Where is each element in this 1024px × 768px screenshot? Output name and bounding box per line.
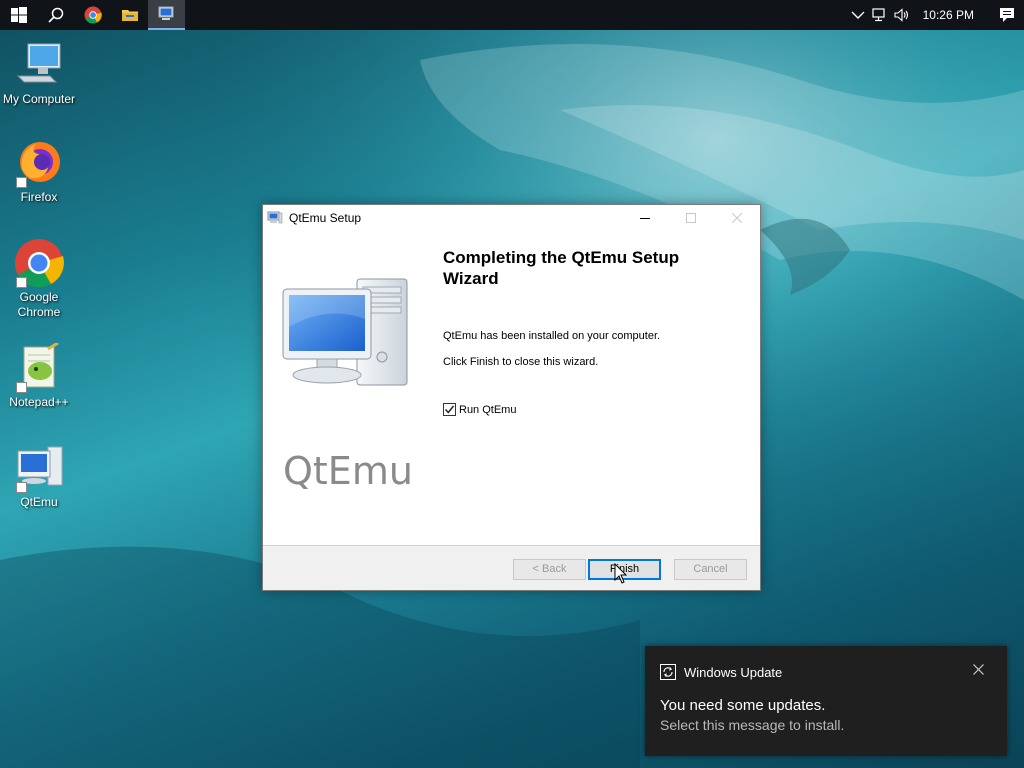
toast-close-button[interactable] bbox=[973, 662, 989, 678]
dialog-body: QtEmu Completing the QtEmu Setup Wizard … bbox=[263, 231, 760, 545]
taskbar: 10:26 PM bbox=[0, 0, 1024, 30]
chevron-up-icon bbox=[851, 11, 865, 19]
checkmark-icon bbox=[444, 405, 455, 414]
taskbar-chrome[interactable] bbox=[74, 0, 111, 30]
taskbar-qtemu[interactable] bbox=[148, 0, 185, 30]
back-button: < Back bbox=[513, 559, 586, 580]
toast-app-name: Windows Update bbox=[684, 664, 783, 680]
close-button[interactable] bbox=[714, 205, 760, 231]
windows-update-toast[interactable]: Windows Update You need some updates. Se… bbox=[645, 646, 1007, 756]
action-center-button[interactable] bbox=[990, 0, 1024, 30]
desktop-icon-label: QtEmu bbox=[20, 495, 58, 509]
windows-update-icon bbox=[660, 664, 676, 680]
close-icon bbox=[732, 213, 742, 223]
maximize-button bbox=[668, 205, 714, 231]
dialog-footer: < Back Finish Cancel bbox=[263, 545, 760, 590]
clock[interactable]: 10:26 PM bbox=[913, 8, 990, 22]
window-controls bbox=[622, 205, 760, 231]
shortcut-arrow-icon bbox=[16, 177, 27, 188]
desktop-icon-label: Firefox bbox=[20, 190, 58, 204]
mouse-cursor-icon bbox=[614, 563, 628, 584]
maximize-icon bbox=[686, 213, 696, 223]
taskbar-file-explorer[interactable] bbox=[111, 0, 148, 30]
close-icon bbox=[973, 664, 984, 675]
qtemu-app-icon bbox=[267, 211, 283, 224]
desktop-icon-label: Notepad++ bbox=[9, 395, 69, 409]
desktop-icon-qtemu[interactable]: QtEmu bbox=[0, 443, 78, 510]
shortcut-arrow-icon bbox=[16, 277, 27, 288]
install-message: QtEmu has been installed on your compute… bbox=[443, 330, 661, 342]
computer-icon bbox=[16, 43, 61, 83]
minimize-button[interactable] bbox=[622, 205, 668, 231]
toast-title: You need some updates. bbox=[660, 697, 826, 714]
toast-subtitle: Select this message to install. bbox=[660, 717, 845, 733]
network-icon bbox=[872, 8, 885, 22]
qtemu-taskbar-icon bbox=[158, 6, 173, 20]
dialog-title: QtEmu Setup bbox=[289, 211, 362, 225]
volume-icon bbox=[894, 8, 908, 22]
desktop-icon-firefox[interactable]: Firefox bbox=[0, 138, 78, 205]
run-qtemu-checkbox[interactable] bbox=[443, 403, 456, 416]
computer-illustration-icon bbox=[282, 278, 408, 386]
desktop-icon-label: My Computer bbox=[2, 92, 76, 106]
system-tray: 10:26 PM bbox=[847, 0, 1024, 30]
desktop-icon-my-computer[interactable]: My Computer bbox=[0, 40, 78, 107]
setup-dialog: QtEmu Setup QtEmu Completing the QtEmu S… bbox=[262, 204, 761, 591]
notification-icon bbox=[1000, 8, 1014, 22]
chrome-icon bbox=[84, 6, 102, 24]
show-hidden-icons[interactable] bbox=[847, 0, 869, 30]
minimize-icon bbox=[640, 218, 650, 219]
finish-instruction: Click Finish to close this wizard. bbox=[443, 356, 599, 368]
windows-start-icon bbox=[10, 7, 27, 23]
run-qtemu-label: Run QtEmu bbox=[459, 403, 517, 416]
desktop-icon-notepadpp[interactable]: Notepad++ bbox=[0, 341, 78, 410]
start-button[interactable] bbox=[0, 0, 37, 30]
search-icon bbox=[47, 7, 63, 23]
run-qtemu-option[interactable]: Run QtEmu bbox=[443, 403, 516, 416]
file-explorer-icon bbox=[121, 10, 138, 21]
cancel-button: Cancel bbox=[674, 559, 747, 580]
network-tray[interactable] bbox=[869, 0, 891, 30]
toast-header: Windows Update bbox=[660, 664, 782, 680]
desktop-icon-chrome[interactable]: Google Chrome bbox=[0, 238, 78, 320]
shortcut-arrow-icon bbox=[16, 382, 27, 393]
wizard-heading: Completing the QtEmu Setup Wizard bbox=[443, 248, 680, 288]
volume-tray[interactable] bbox=[891, 0, 913, 30]
desktop-icon-label: Google Chrome bbox=[17, 290, 61, 319]
search-button[interactable] bbox=[37, 0, 74, 30]
brand-logo-text: QtEmu bbox=[283, 449, 413, 493]
shortcut-arrow-icon bbox=[16, 482, 27, 493]
